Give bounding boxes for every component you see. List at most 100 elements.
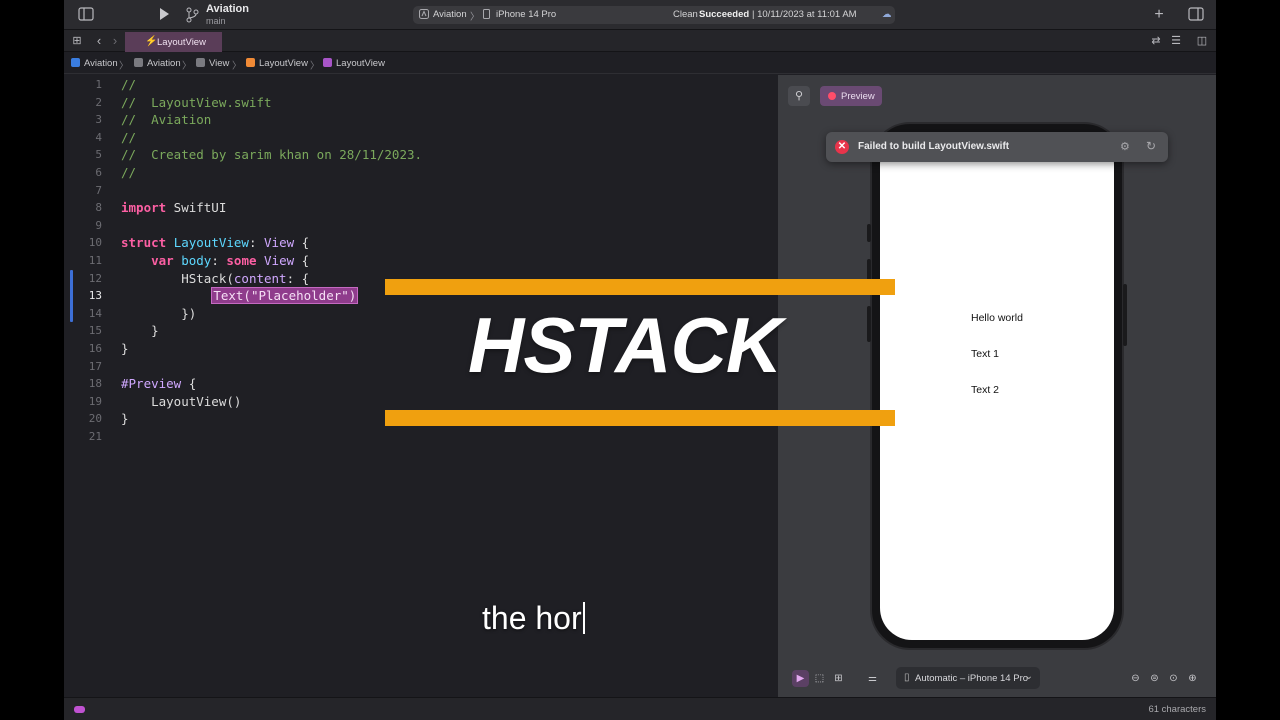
breadcrumb-item-file[interactable]: LayoutView <box>246 58 308 69</box>
activity-view[interactable]: Aviation 〉 iPhone 14 Pro Clean Succeeded… <box>413 6 895 24</box>
line-number[interactable]: 18 <box>72 377 102 390</box>
code-token: LayoutView <box>173 235 249 251</box>
preview-label: Preview <box>841 91 875 102</box>
code-line[interactable]: Text("Placeholder") <box>121 287 359 305</box>
canvas-toolbar: ▶ ⬚ ⊞ ⚌ ▯ Automatic – iPhone 14 Pro ⌄ ⊖ … <box>778 663 1216 693</box>
swap-icon[interactable]: ⇄ <box>1148 33 1164 49</box>
line-number[interactable]: 6 <box>72 166 102 179</box>
device-settings-icon[interactable]: ⚌ <box>864 670 881 687</box>
add-icon[interactable]: + <box>1151 7 1167 23</box>
split-editor-icon[interactable]: ◫ <box>1194 33 1210 49</box>
line-number[interactable]: 12 <box>72 272 102 285</box>
live-mode-icon[interactable]: ▶ <box>792 670 809 687</box>
line-number[interactable]: 2 <box>72 96 102 109</box>
line-number[interactable]: 13 <box>72 289 102 302</box>
line-number[interactable]: 7 <box>72 184 102 197</box>
code-line[interactable]: } <box>121 341 129 356</box>
line-number[interactable]: 10 <box>72 236 102 249</box>
line-number[interactable]: 19 <box>72 395 102 408</box>
forward-icon[interactable]: › <box>107 33 123 49</box>
zoom-actual-icon[interactable]: ⊙ <box>1165 670 1182 687</box>
build-timestamp: | 10/11/2023 at 11:01 AM <box>752 9 857 20</box>
code-line[interactable]: // Created by sarim khan on 28/11/2023. <box>121 147 422 162</box>
line-number[interactable]: 1 <box>72 78 102 91</box>
line-number[interactable]: 14 <box>72 307 102 320</box>
code-token: View <box>264 235 295 251</box>
code-line[interactable]: // <box>121 77 136 92</box>
code-token: { <box>294 235 310 251</box>
project-name[interactable]: Aviation <box>206 3 249 15</box>
code-line[interactable]: HStack(content: { <box>121 271 309 286</box>
grid-icon[interactable]: ⊞ <box>69 33 85 49</box>
line-number[interactable]: 16 <box>72 342 102 355</box>
code-line[interactable]: #Preview { <box>121 376 196 391</box>
code-token: } <box>121 411 129 427</box>
error-message: Failed to build LayoutView.swift <box>858 141 1010 152</box>
tab-layoutview[interactable]: ⚡ LayoutView <box>125 32 222 52</box>
editor-options-icon[interactable]: ☰ <box>1168 33 1184 49</box>
code-line[interactable]: LayoutView() <box>121 394 241 409</box>
line-number[interactable]: 17 <box>72 360 102 373</box>
code-line[interactable]: // LayoutView.swift <box>121 95 272 110</box>
code-line[interactable]: }) <box>121 306 196 321</box>
error-banner[interactable]: ✕ Failed to build LayoutView.swift ⚙ ↻ <box>826 132 1168 162</box>
code-line[interactable]: } <box>121 323 159 338</box>
zoom-out-icon[interactable]: ⊖ <box>1127 670 1144 687</box>
code-line[interactable]: var body: some View { <box>121 253 309 268</box>
preview-button[interactable]: Preview <box>820 86 882 106</box>
device-icon: ▯ <box>904 672 910 683</box>
code-line[interactable]: } <box>121 411 129 426</box>
scheme-name[interactable]: Aviation <box>433 9 467 20</box>
diagnostics-icon[interactable]: ⚙ <box>1120 140 1130 153</box>
breadcrumb-item-folder[interactable]: View <box>196 58 229 69</box>
code-token: : { <box>286 270 310 286</box>
line-number[interactable]: 21 <box>72 430 102 443</box>
line-number[interactable]: 9 <box>72 219 102 232</box>
selectable-mode-icon[interactable]: ⬚ <box>811 670 828 687</box>
code-token: // <box>121 165 137 180</box>
selected-code: Text("Placeholder") <box>211 287 359 305</box>
device-screen[interactable]: Hello world Text 1 Text 2 <box>880 132 1114 640</box>
line-number[interactable]: 5 <box>72 148 102 161</box>
code-token: // <box>121 77 137 92</box>
swift-file-icon: ⚡ <box>145 36 158 47</box>
cloud-icon: ☁ <box>882 9 892 20</box>
breadcrumb-item-group[interactable]: Aviation <box>134 58 181 69</box>
device-selector-label: Automatic – iPhone 14 Pro <box>915 673 1029 684</box>
back-icon[interactable]: ‹ <box>91 33 107 49</box>
zoom-in-icon[interactable]: ⊕ <box>1184 670 1201 687</box>
code-line[interactable]: // Aviation <box>121 112 211 127</box>
run-destination[interactable]: iPhone 14 Pro <box>496 9 556 20</box>
pin-icon[interactable]: ⚲ <box>788 86 810 106</box>
breadcrumb-item-symbol[interactable]: LayoutView <box>323 58 385 69</box>
code-token: : <box>248 235 265 251</box>
device-selector[interactable]: ▯ Automatic – iPhone 14 Pro ⌄ <box>896 667 1040 689</box>
line-number[interactable]: 3 <box>72 113 102 126</box>
code-line[interactable]: struct LayoutView: View { <box>121 235 309 250</box>
sidebar-toggle-icon[interactable] <box>78 7 94 23</box>
run-icon[interactable] <box>156 7 172 23</box>
mute-switch <box>867 224 871 242</box>
variants-icon[interactable]: ⊞ <box>830 670 847 687</box>
breadcrumb-item-project[interactable]: Aviation <box>71 58 118 69</box>
line-number[interactable]: 8 <box>72 201 102 214</box>
debug-area-icon[interactable] <box>74 706 85 713</box>
build-status-prefix: Clean <box>673 9 698 20</box>
code-token: body <box>181 253 212 268</box>
inspector-toggle-icon[interactable] <box>1188 7 1204 23</box>
branch-icon[interactable] <box>184 7 200 23</box>
zoom-fit-icon[interactable]: ⊜ <box>1146 670 1163 687</box>
device-icon <box>483 9 490 22</box>
device-frame: Hello world Text 1 Text 2 <box>867 122 1127 650</box>
line-number[interactable]: 15 <box>72 324 102 337</box>
line-number[interactable]: 20 <box>72 412 102 425</box>
breadcrumb-separator: 〉 <box>232 61 242 72</box>
code-line[interactable]: // <box>121 130 136 145</box>
code-line[interactable]: // <box>121 165 136 180</box>
line-number[interactable]: 11 <box>72 254 102 267</box>
code-line[interactable]: import SwiftUI <box>121 200 226 215</box>
status-bar: 61 characters <box>64 697 1216 720</box>
refresh-icon[interactable]: ↻ <box>1146 139 1156 153</box>
line-number[interactable]: 4 <box>72 131 102 144</box>
